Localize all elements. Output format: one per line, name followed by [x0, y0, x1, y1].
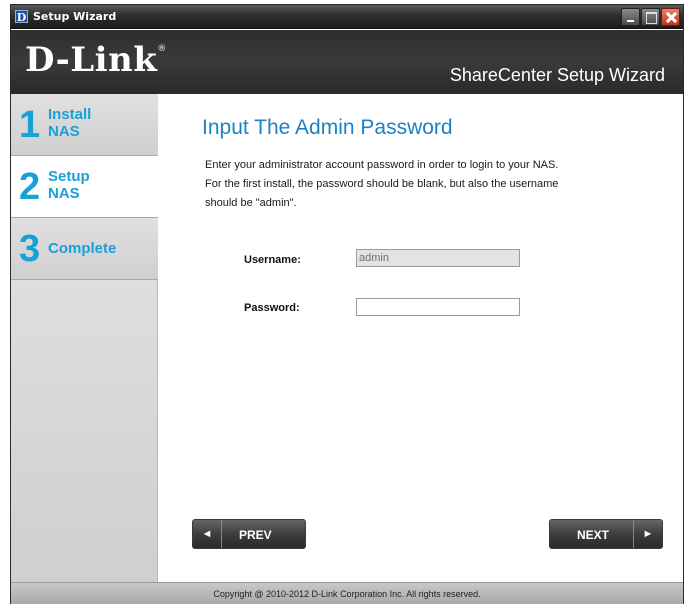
- footer-bar: Copyright @ 2010-2012 D-Link Corporation…: [11, 582, 683, 604]
- step-label: Complete: [48, 240, 117, 257]
- step-number: 2: [19, 166, 41, 208]
- copyright-text: Copyright @ 2010-2012 D-Link Corporation…: [213, 589, 481, 599]
- steps-sidebar: 1 Install NAS 2 Setup NAS 3 Complete: [11, 94, 158, 582]
- instructions-line: should be "admin".: [205, 197, 297, 209]
- prev-button[interactable]: ◄ PREV: [192, 519, 306, 549]
- step-setup-nas[interactable]: 2 Setup NAS: [11, 156, 158, 218]
- right-arrow-icon: ►: [633, 520, 662, 548]
- password-field[interactable]: [356, 298, 520, 316]
- instructions-line: Enter your administrator account passwor…: [205, 159, 559, 171]
- dlink-app-icon: D: [15, 10, 28, 24]
- step-install-nas[interactable]: 1 Install NAS: [11, 94, 158, 156]
- password-label: Password:: [244, 302, 300, 314]
- logo-text: D-Link: [25, 40, 158, 80]
- page-title: Input The Admin Password: [202, 116, 453, 139]
- next-button-label: NEXT: [577, 528, 610, 542]
- step-number: 1: [19, 104, 41, 146]
- step-number: 3: [19, 228, 41, 270]
- maximize-icon[interactable]: [641, 8, 660, 26]
- instructions-line: For the first install, the password shou…: [205, 178, 559, 190]
- setup-wizard-window: D Setup Wizard D-Link® ShareCenter Setup…: [10, 4, 684, 604]
- minimize-icon[interactable]: [621, 8, 640, 26]
- step-complete[interactable]: 3 Complete: [11, 218, 158, 280]
- main-content: Input The Admin Password Enter your admi…: [159, 94, 683, 582]
- window-title: Setup Wizard: [33, 10, 117, 23]
- next-button[interactable]: NEXT ►: [549, 519, 663, 549]
- close-icon[interactable]: [661, 8, 680, 26]
- step-label: Setup NAS: [48, 168, 90, 202]
- product-title: ShareCenter Setup Wizard: [449, 65, 665, 85]
- title-bar[interactable]: D Setup Wizard: [11, 5, 683, 29]
- prev-button-label: PREV: [239, 528, 272, 542]
- registered-mark: ®: [157, 44, 167, 54]
- header-banner: D-Link® ShareCenter Setup Wizard: [11, 30, 683, 94]
- sidebar-filler: [11, 280, 157, 582]
- dlink-logo: D-Link®: [25, 40, 167, 80]
- step-label: Install NAS: [48, 106, 92, 140]
- left-arrow-icon: ◄: [193, 520, 222, 548]
- username-label: Username:: [244, 254, 301, 266]
- instructions-text: Enter your administrator account passwor…: [205, 156, 675, 213]
- username-field[interactable]: [356, 249, 520, 267]
